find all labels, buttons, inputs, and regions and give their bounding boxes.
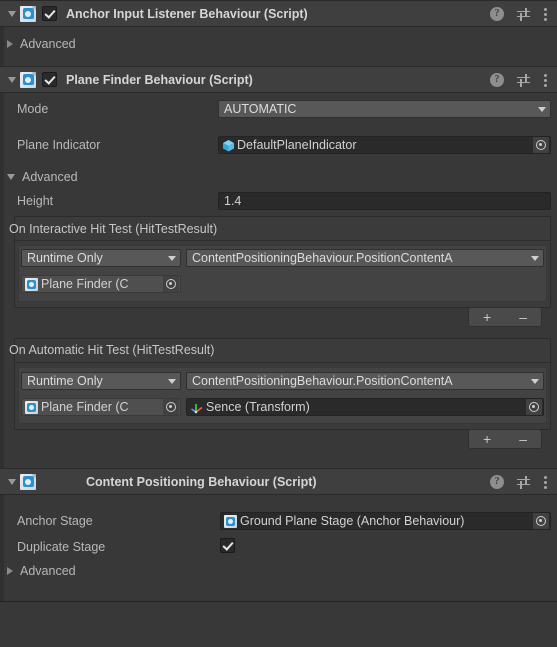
- add-event-button[interactable]: +: [483, 432, 491, 446]
- unity-inspector-panel: Anchor Input Listener Behaviour (Script)…: [0, 0, 557, 647]
- duplicate-stage-label: Duplicate Stage: [17, 540, 106, 554]
- duplicate-stage-checkbox[interactable]: [220, 538, 235, 553]
- help-icon[interactable]: ?: [490, 72, 504, 87]
- add-event-button[interactable]: +: [483, 310, 491, 324]
- chevron-down-icon: [531, 255, 539, 261]
- chevron-down-icon: [8, 478, 16, 485]
- chevron-down-icon: [538, 106, 546, 112]
- foldout-toggle-content-positioning[interactable]: [4, 478, 20, 485]
- plane-indicator-label: Plane Indicator: [17, 138, 101, 152]
- object-picker-icon[interactable]: [163, 276, 179, 292]
- object-picker-icon[interactable]: [526, 399, 542, 415]
- event-method-dropdown-interactive[interactable]: ContentPositioningBehaviour.PositionCont…: [186, 249, 544, 267]
- transform-icon: [190, 401, 204, 414]
- component-enabled-checkbox[interactable]: [42, 6, 57, 21]
- header-icon-group: ?: [490, 72, 548, 87]
- remove-event-button[interactable]: –: [519, 432, 527, 446]
- chevron-down-icon: [8, 10, 16, 17]
- plane-indicator-object-field[interactable]: DefaultPlaneIndicator: [218, 136, 551, 154]
- chevron-right-icon: [7, 40, 13, 48]
- anchor-stage-object-field[interactable]: Ground Plane Stage (Anchor Behaviour): [220, 512, 551, 530]
- height-value: 1.4: [224, 194, 242, 208]
- component-title: Plane Finder Behaviour (Script): [66, 72, 253, 87]
- chevron-down-icon: [168, 255, 176, 261]
- component-enabled-checkbox[interactable]: [42, 72, 57, 87]
- chevron-down-icon: [168, 378, 176, 384]
- script-icon: [224, 514, 237, 528]
- event-target-object-value: Plane Finder (C: [41, 277, 129, 291]
- more-menu-icon[interactable]: [544, 73, 548, 87]
- event-method-dropdown-automatic[interactable]: ContentPositioningBehaviour.PositionCont…: [186, 372, 544, 390]
- script-icon: [20, 5, 36, 22]
- mode-value: AUTOMATIC: [224, 102, 297, 116]
- foldout-toggle-anchor-input-listener[interactable]: [4, 10, 20, 17]
- event-callback-state-value: Runtime Only: [27, 374, 103, 388]
- component-title: Anchor Input Listener Behaviour (Script): [66, 6, 308, 21]
- event-target-object-field-automatic[interactable]: Plane Finder (C: [21, 398, 181, 416]
- height-label: Height: [17, 194, 54, 208]
- chevron-down-icon: [531, 378, 539, 384]
- plane-indicator-value: DefaultPlaneIndicator: [237, 138, 357, 152]
- event-callback-state-dropdown-interactive[interactable]: Runtime Only: [21, 249, 181, 267]
- anchor-stage-value: Ground Plane Stage (Anchor Behaviour): [240, 514, 465, 528]
- script-icon: [25, 400, 38, 414]
- header-icon-group: ?: [490, 6, 548, 21]
- event-argument-object-value: Sence (Transform): [206, 400, 310, 414]
- component-title: Content Positioning Behaviour (Script): [86, 474, 317, 489]
- more-menu-icon[interactable]: [544, 475, 548, 489]
- preset-icon[interactable]: [517, 7, 531, 21]
- mode-label: Mode: [17, 102, 49, 116]
- header-icon-group: ?: [490, 474, 548, 489]
- more-menu-icon[interactable]: [544, 7, 548, 21]
- advanced-foldout-plane-finder[interactable]: Advanced: [7, 170, 78, 184]
- foldout-toggle-plane-finder[interactable]: [4, 76, 20, 83]
- preset-icon[interactable]: [517, 475, 531, 489]
- component-header-content-positioning[interactable]: Content Positioning Behaviour (Script) ?: [0, 468, 557, 495]
- advanced-label: Advanced: [20, 564, 76, 578]
- event-target-object-value: Plane Finder (C: [41, 400, 129, 414]
- help-icon[interactable]: ?: [490, 474, 504, 489]
- event-method-value: ContentPositioningBehaviour.PositionCont…: [192, 374, 453, 388]
- script-icon: [20, 473, 36, 490]
- component-header-plane-finder[interactable]: Plane Finder Behaviour (Script) ?: [0, 66, 557, 93]
- event-callback-state-dropdown-automatic[interactable]: Runtime Only: [21, 372, 181, 390]
- object-picker-icon[interactable]: [533, 137, 549, 153]
- event-target-object-field-interactive[interactable]: Plane Finder (C: [21, 275, 181, 293]
- event-title-on-automatic-hit-test: On Automatic Hit Test (HitTestResult): [9, 343, 215, 357]
- object-picker-icon[interactable]: [163, 399, 179, 415]
- event-argument-object-field-automatic[interactable]: Sence (Transform): [186, 398, 544, 416]
- mode-dropdown[interactable]: AUTOMATIC: [218, 100, 551, 118]
- preset-icon[interactable]: [517, 73, 531, 87]
- event-add-remove-bar-automatic: + –: [468, 429, 542, 449]
- event-method-value: ContentPositioningBehaviour.PositionCont…: [192, 251, 453, 265]
- advanced-label: Advanced: [20, 37, 76, 51]
- script-icon: [20, 71, 36, 88]
- object-picker-icon[interactable]: [533, 513, 549, 529]
- event-title-divider: [15, 240, 550, 241]
- remove-event-button[interactable]: –: [519, 310, 527, 324]
- height-input[interactable]: 1.4: [218, 192, 551, 210]
- advanced-foldout-content-positioning[interactable]: Advanced: [7, 564, 76, 578]
- chevron-down-icon: [8, 76, 16, 83]
- script-icon: [25, 277, 38, 291]
- anchor-stage-label: Anchor Stage: [17, 514, 93, 528]
- event-callback-state-value: Runtime Only: [27, 251, 103, 265]
- component-header-anchor-input-listener[interactable]: Anchor Input Listener Behaviour (Script)…: [0, 0, 557, 27]
- event-title-on-interactive-hit-test: On Interactive Hit Test (HitTestResult): [9, 222, 218, 236]
- advanced-foldout-anchor-input-listener[interactable]: Advanced: [7, 37, 76, 51]
- chevron-down-icon: [7, 174, 15, 180]
- footer: Add Component https://blog.csdn.net/weix…: [0, 602, 557, 647]
- event-title-divider: [15, 362, 550, 363]
- chevron-right-icon: [7, 567, 13, 575]
- advanced-label: Advanced: [22, 170, 78, 184]
- event-add-remove-bar-interactive: + –: [468, 307, 542, 327]
- prefab-cube-icon: [222, 139, 235, 152]
- help-icon[interactable]: ?: [490, 6, 504, 21]
